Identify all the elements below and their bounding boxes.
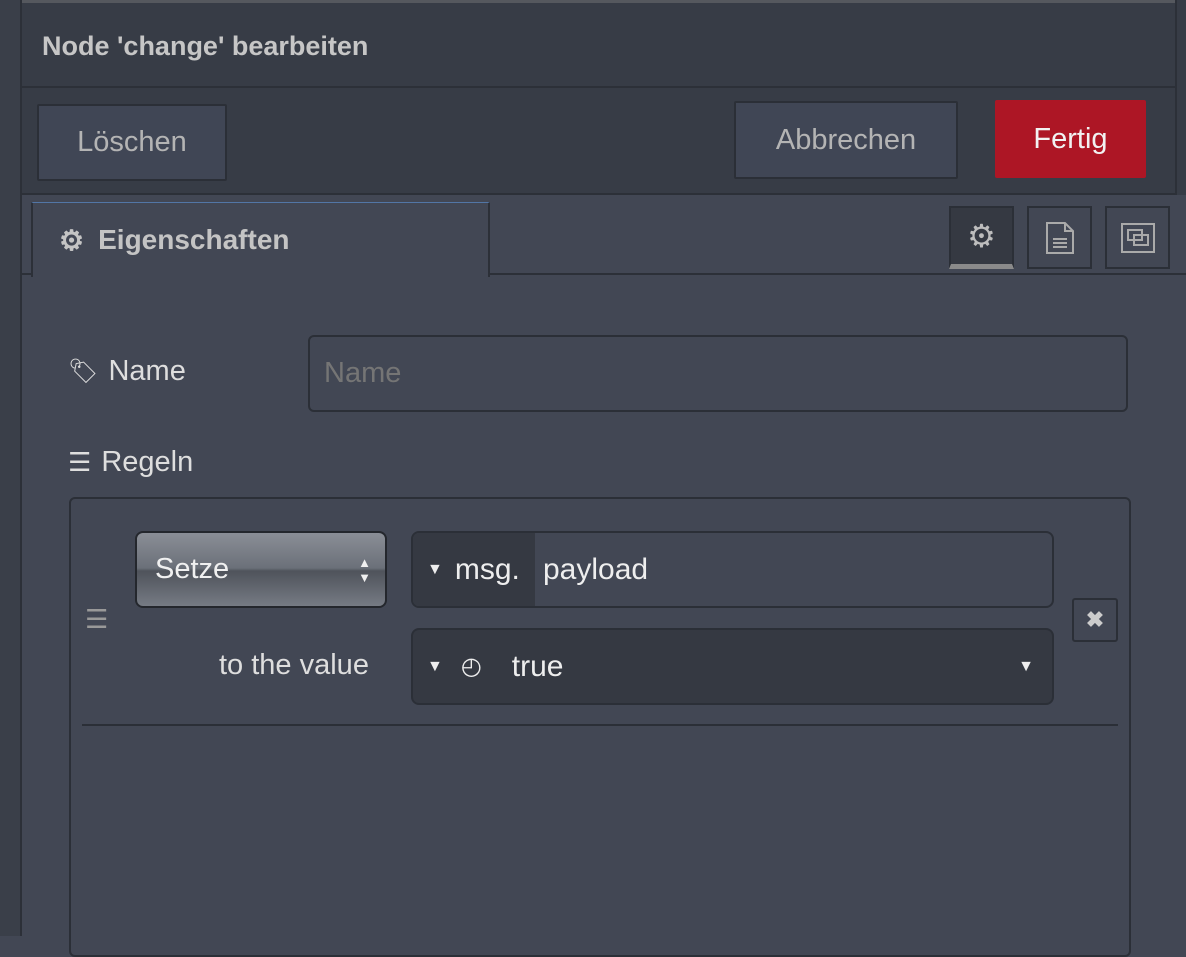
tray-toolbar: Löschen Abbrechen Fertig: [22, 88, 1175, 195]
tag-icon: 🏷: [68, 358, 99, 385]
value-select[interactable]: ▼ ◴ true ▼: [411, 628, 1054, 705]
rules-label-text: Regeln: [101, 446, 194, 478]
rules-list: ☰ Setze ▲ ▼ ▼ msg. payload to the value ▼…: [69, 497, 1131, 957]
delete-button[interactable]: Löschen: [37, 104, 227, 181]
rule-divider: [82, 724, 1118, 726]
chevron-down-icon: ▼: [1018, 657, 1034, 675]
target-value: payload: [543, 552, 649, 586]
tab-label: Eigenschaften: [98, 224, 290, 255]
gear-icon: ⚙: [59, 224, 85, 256]
type-prefix: msg.: [454, 552, 520, 586]
boolean-icon: ◴: [460, 653, 482, 680]
drag-handle-icon[interactable]: ☰: [85, 604, 108, 635]
frame-icon: [1120, 222, 1155, 253]
list-icon: ☰: [68, 447, 92, 477]
tab-bar: ⚙ Eigenschaften ⚙: [22, 195, 1186, 277]
name-label-text: Name: [108, 355, 186, 387]
rules-label: ☰ Regeln: [68, 446, 193, 479]
document-icon: [1045, 221, 1074, 254]
caret-down-icon: ▼: [427, 560, 443, 578]
description-view-button[interactable]: [1027, 206, 1092, 269]
action-value: Setze: [155, 553, 230, 585]
done-button[interactable]: Fertig: [995, 100, 1146, 178]
remove-rule-button[interactable]: ✖: [1072, 598, 1118, 642]
updown-icon: ▲ ▼: [358, 554, 371, 585]
value-label: to the value: [219, 649, 369, 681]
properties-view-button[interactable]: ⚙: [949, 206, 1014, 269]
tray-title: Node 'change' bearbeiten: [42, 31, 369, 61]
tab-properties[interactable]: ⚙ Eigenschaften: [31, 202, 490, 277]
gear-icon: ⚙: [967, 218, 996, 254]
target-property-input[interactable]: ▼ msg. payload: [411, 531, 1054, 608]
value-text: true: [511, 649, 564, 683]
caret-down-icon: ▼: [427, 657, 443, 675]
cancel-button[interactable]: Abbrechen: [734, 101, 958, 179]
name-label: 🏷 Name: [68, 355, 186, 388]
right-edge: [1175, 0, 1186, 195]
appearance-view-button[interactable]: [1105, 206, 1170, 269]
left-edge: [0, 0, 22, 936]
action-select[interactable]: Setze ▲ ▼: [135, 531, 387, 608]
tray-header: Node 'change' bearbeiten: [22, 3, 1175, 88]
name-input[interactable]: [308, 335, 1128, 412]
close-icon: ✖: [1085, 607, 1105, 632]
type-select[interactable]: ▼ msg.: [413, 533, 535, 606]
